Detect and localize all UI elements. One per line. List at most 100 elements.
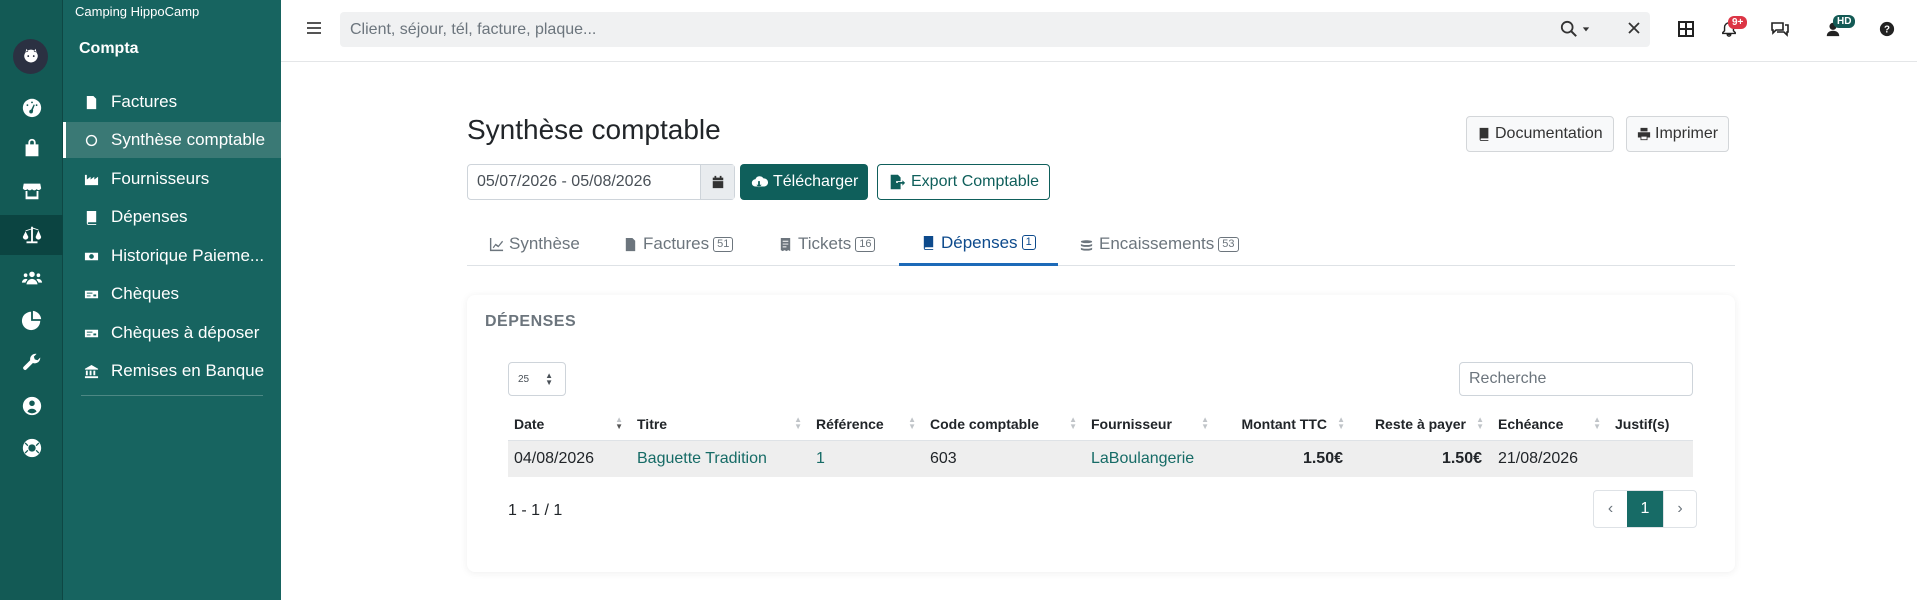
sort-icon: ▲ ▼: [1476, 415, 1484, 431]
depenses-card: DÉPENSES 25 ▲▼ Date ▲▼ Titre ▲▼ Référence ▲…: [467, 295, 1735, 572]
column-label: Echéance: [1498, 415, 1564, 432]
balance-scale-icon[interactable]: [0, 215, 63, 255]
sort-icon: ▲ ▼: [1593, 415, 1601, 431]
book-icon: [1479, 127, 1489, 141]
notification-bell-icon[interactable]: 9+: [1717, 16, 1748, 41]
sidebar: Camping HippoCamp Compta Factures Synthè…: [63, 0, 281, 600]
tab-label: Tickets: [798, 234, 852, 253]
cell-fournisseur-link[interactable]: LaBoulangerie: [1085, 440, 1217, 477]
cell-date: 04/08/2026: [508, 440, 631, 477]
cell-echeance: 21/08/2026: [1492, 440, 1609, 477]
sidebar-item-label: Factures: [111, 92, 178, 111]
column-header-code-comptable[interactable]: Code comptable ▲ ▼: [924, 408, 1085, 441]
column-header-reference[interactable]: Référence ▲ ▼: [810, 408, 924, 441]
tab-count: 1: [1021, 235, 1036, 250]
column-label: Fournisseur: [1091, 415, 1172, 432]
app-logo[interactable]: [13, 39, 48, 74]
sidebar-item-remises[interactable]: Remises en Banque: [63, 353, 281, 389]
top-bar: 9+ HD ?: [281, 0, 1917, 62]
download-button[interactable]: Télécharger: [740, 164, 869, 200]
grid-icon[interactable]: [1674, 17, 1698, 41]
shopping-bag-icon[interactable]: [0, 128, 63, 168]
column-label: Titre: [637, 415, 668, 432]
tab-label: Dépenses: [941, 232, 1018, 252]
column-header-montant-ttc[interactable]: Montant TTC ▲ ▼: [1217, 408, 1353, 441]
line-chart-icon: [489, 237, 504, 251]
sidebar-item-label: Fournisseurs: [111, 169, 210, 188]
documentation-button[interactable]: Documentation: [1466, 116, 1614, 152]
bank-icon: [81, 361, 101, 381]
column-label: Date: [514, 415, 545, 432]
book-icon: [81, 207, 101, 227]
table-info: 1 - 1 / 1: [508, 502, 563, 519]
cell-reste-a-payer: 1.50€: [1353, 440, 1492, 477]
column-label: Code comptable: [930, 415, 1039, 432]
column-header-reste-a-payer[interactable]: Reste à payer ▲ ▼: [1353, 408, 1492, 441]
cell-justifs: [1609, 440, 1693, 477]
user-circle-icon[interactable]: [0, 386, 63, 426]
camp-name: Camping HippoCamp: [75, 4, 200, 19]
print-label: Imprimer: [1655, 125, 1719, 142]
chat-icon[interactable]: [1768, 17, 1792, 41]
sort-icon: ▲ ▼: [794, 415, 802, 431]
column-label: Justif(s): [1615, 415, 1670, 432]
user-initials-badge: HD: [1833, 15, 1856, 28]
sidebar-item-label: Chèques à déposer: [111, 323, 260, 342]
clear-search-icon[interactable]: [1626, 20, 1642, 41]
pagination-prev[interactable]: ‹: [1594, 491, 1627, 527]
wrench-icon[interactable]: [0, 343, 63, 383]
export-label: Export Comptable: [911, 173, 1040, 190]
tab-encaissements[interactable]: Encaissements 53: [1079, 222, 1239, 266]
icon-rail: [0, 0, 63, 600]
sidebar-item-label: Chèques: [111, 284, 180, 303]
sidebar-item-synthese[interactable]: Synthèse comptable: [63, 122, 281, 158]
life-ring-icon[interactable]: [0, 428, 63, 468]
column-header-titre[interactable]: Titre ▲ ▼: [631, 408, 810, 441]
table-row[interactable]: 04/08/2026 Baguette Tradition 1 603 LaBo…: [508, 440, 1693, 477]
pagination-page-1[interactable]: 1: [1627, 491, 1663, 527]
column-label: Reste à payer: [1374, 415, 1466, 432]
sort-icon: ▲ ▼: [615, 415, 623, 431]
download-label: Télécharger: [773, 173, 859, 190]
date-range-input[interactable]: [468, 173, 693, 191]
menu-toggle-icon[interactable]: [305, 19, 323, 37]
column-header-fournisseur[interactable]: Fournisseur ▲ ▼: [1085, 408, 1217, 441]
users-icon[interactable]: [0, 258, 63, 298]
table-search-input[interactable]: [1459, 362, 1693, 396]
global-search: [340, 12, 1650, 47]
help-icon[interactable]: ?: [1875, 17, 1899, 41]
tab-label: Encaissements: [1099, 234, 1215, 253]
sidebar-item-cheques[interactable]: Chèques: [63, 276, 281, 312]
pie-chart-icon[interactable]: [0, 300, 63, 340]
calendar-icon[interactable]: [700, 165, 734, 199]
export-comptable-button[interactable]: Export Comptable: [877, 164, 1051, 200]
search-icon[interactable]: [1560, 20, 1590, 38]
sidebar-item-factures[interactable]: Factures: [63, 84, 281, 120]
file-invoice-icon: [81, 92, 101, 112]
tab-depenses[interactable]: Dépenses 1: [899, 222, 1058, 266]
tab-factures[interactable]: Factures 51: [623, 222, 734, 266]
sidebar-divider: [81, 395, 263, 396]
sidebar-item-historique[interactable]: Historique Paieme...: [63, 238, 281, 274]
column-header-echeance[interactable]: Echéance ▲ ▼: [1492, 408, 1609, 441]
sidebar-item-depenses[interactable]: Dépenses: [63, 199, 281, 235]
print-button[interactable]: Imprimer: [1626, 116, 1730, 152]
sort-icon: ▲ ▼: [1337, 415, 1345, 431]
tab-tickets[interactable]: Tickets 16: [778, 222, 876, 266]
sidebar-item-cheques-a-deposer[interactable]: Chèques à déposer: [63, 315, 281, 351]
sort-icon: ▲ ▼: [1201, 415, 1209, 431]
tab-synthese[interactable]: Synthèse: [489, 222, 580, 266]
card-title: DÉPENSES: [485, 313, 577, 330]
table-header-row: Date ▲ ▼ Titre ▲ ▼ Référence ▲ ▼ Code comptabl…: [508, 408, 1693, 441]
pagination-next[interactable]: ›: [1663, 491, 1696, 527]
documentation-label: Documentation: [1495, 125, 1603, 142]
cell-titre-link[interactable]: Baguette Tradition: [631, 440, 810, 477]
global-search-input[interactable]: [350, 20, 1550, 39]
user-account-icon[interactable]: HD: [1821, 15, 1856, 41]
dashboard-icon[interactable]: [0, 87, 63, 127]
sidebar-item-fournisseurs[interactable]: Fournisseurs: [63, 161, 281, 197]
cell-reference-link[interactable]: 1: [810, 440, 924, 477]
store-icon[interactable]: [0, 171, 63, 211]
page-length-select[interactable]: 25 ▲ ▼: [508, 362, 566, 396]
column-header-date[interactable]: Date ▲ ▼: [508, 408, 631, 441]
